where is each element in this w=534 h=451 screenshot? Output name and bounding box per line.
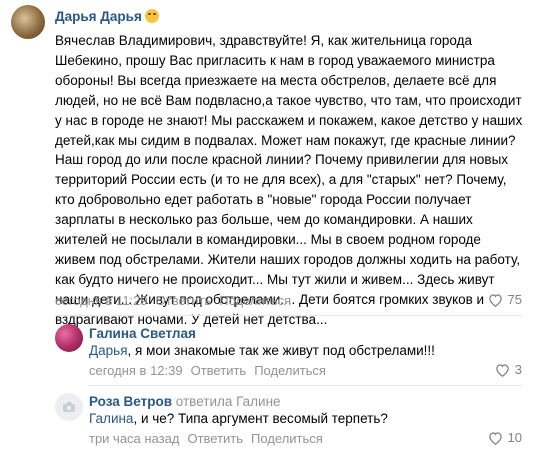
comment-author: Роза Ветров ответила Галине xyxy=(89,394,281,409)
heart-icon xyxy=(488,293,502,307)
avatar[interactable] xyxy=(55,393,83,421)
share-button[interactable]: Поделиться xyxy=(251,431,323,446)
like-count: 75 xyxy=(507,292,522,307)
comment-meta: сегодня в 11:29 Ответить Поделиться xyxy=(55,293,291,308)
comment-meta: сегодня в 12:39 Ответить Поделиться xyxy=(89,363,326,378)
comment-text: Вячеслав Владимирович, здравствуйте! Я, … xyxy=(55,33,523,327)
heart-icon xyxy=(496,363,509,377)
like-button[interactable]: 75 xyxy=(488,292,522,307)
mention-link[interactable]: Галина xyxy=(89,411,133,426)
share-button[interactable]: Поделиться xyxy=(254,363,326,378)
emoji-badge-icon xyxy=(144,9,159,23)
camera-icon xyxy=(63,402,75,412)
reply-button[interactable]: Ответить xyxy=(156,293,212,308)
like-button[interactable]: 3 xyxy=(495,362,522,377)
comment-text: Галина, и че? Типа аргумент весомый терп… xyxy=(89,409,519,429)
reply-button[interactable]: Ответить xyxy=(191,363,247,378)
comment-body: , и че? Типа аргумент весомый терпеть? xyxy=(133,411,388,426)
heart-icon xyxy=(488,431,502,445)
avatar[interactable] xyxy=(55,324,83,352)
share-button[interactable]: Поделиться xyxy=(219,293,291,308)
comment-time[interactable]: три часа назад xyxy=(89,431,179,446)
mention-link[interactable]: Дарья xyxy=(89,343,128,358)
like-count: 3 xyxy=(514,362,522,377)
comment-author[interactable]: Дарья Дарья xyxy=(55,9,159,24)
divider xyxy=(55,315,522,316)
comment-time[interactable]: сегодня в 11:29 xyxy=(55,293,148,308)
author-name[interactable]: Галина Светлая xyxy=(89,326,196,341)
divider xyxy=(89,385,522,386)
reply-to-label[interactable]: ответила Галине xyxy=(176,394,281,409)
avatar[interactable] xyxy=(11,5,45,39)
comment-body: , я мои знакомые так же живут под обстре… xyxy=(127,343,435,358)
author-name[interactable]: Дарья Дарья xyxy=(55,9,142,24)
like-count: 10 xyxy=(507,430,522,445)
reply-button[interactable]: Ответить xyxy=(187,431,243,446)
author-name[interactable]: Роза Ветров xyxy=(89,394,172,409)
like-button[interactable]: 10 xyxy=(488,430,522,445)
comment-text: Дарья, я мои знакомые так же живут под о… xyxy=(89,341,519,361)
comment-meta: три часа назад Ответить Поделиться xyxy=(89,431,323,446)
comment-time[interactable]: сегодня в 12:39 xyxy=(89,363,183,378)
